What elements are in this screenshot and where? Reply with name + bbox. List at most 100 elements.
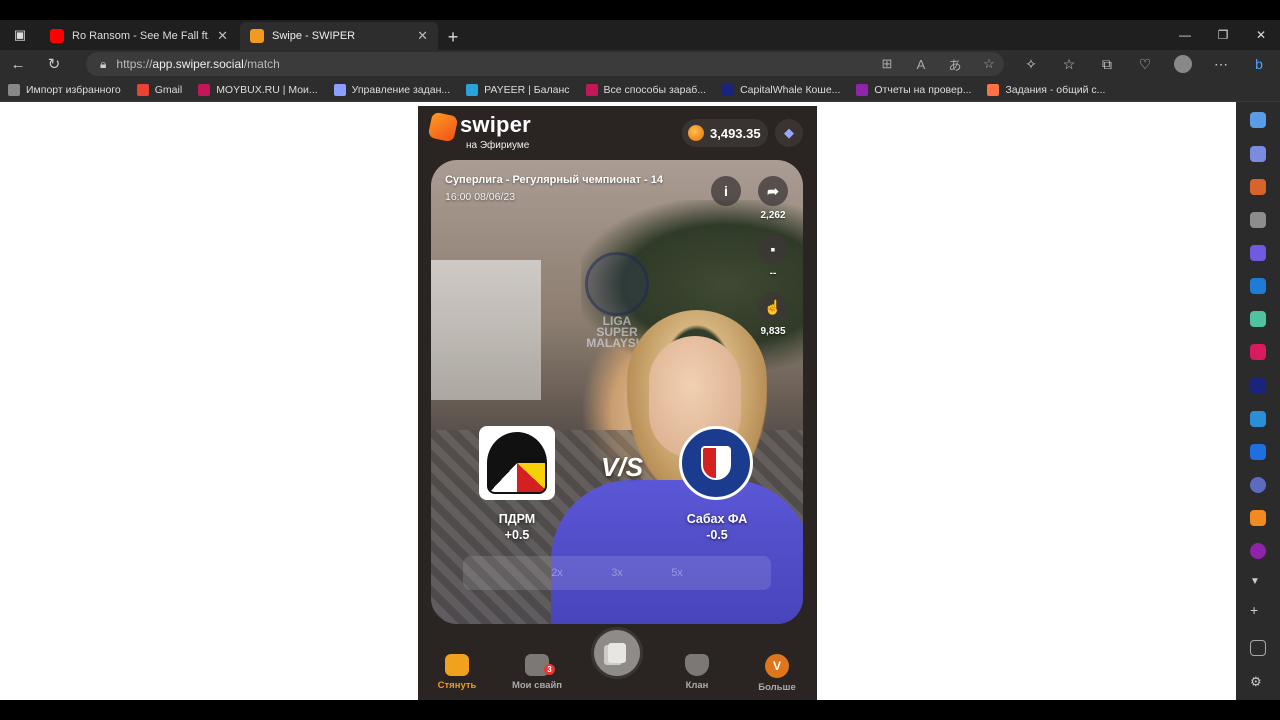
bookmark-label: PAYEER | Баланс (484, 83, 570, 96)
moon-icon[interactable] (1250, 543, 1266, 559)
address-bar-icons: ⊞ A あ ☆ (870, 50, 1006, 78)
bookmark-reports[interactable]: Отчеты на провер... (848, 83, 979, 96)
sidebar-layout-icon[interactable] (1250, 640, 1266, 656)
ibb-icon[interactable] (1250, 411, 1266, 427)
liga-super-watermark: LIGA SUPER MALAYSIA (581, 252, 653, 349)
performance-icon[interactable]: ♡ (1126, 50, 1164, 78)
edge-sidebar: ▼ + ⚙ (1236, 102, 1280, 700)
settings-gear-icon[interactable]: ⚙ (1250, 674, 1266, 690)
away-team-name: Сабах ФА (686, 512, 748, 526)
tab-swiper[interactable]: Swipe - SWIPER ✕ (240, 22, 438, 50)
capitalwhale-icon (722, 83, 735, 96)
nav-my-swipes[interactable]: Мои свайп (502, 654, 572, 691)
s-icon (987, 83, 1000, 96)
earn-icon (585, 83, 598, 96)
moybux-icon (198, 83, 211, 96)
v-icon (333, 83, 346, 96)
outlook-icon[interactable] (1250, 278, 1266, 294)
multiplier-selector[interactable]: 2x 3x 5x (463, 556, 771, 590)
user-avatar: V (765, 654, 789, 678)
favorite-star-icon[interactable]: ☆ (972, 50, 1006, 78)
capitalwhale-sidebar-icon[interactable] (1250, 378, 1266, 394)
nav-label: Стянуть (437, 680, 477, 691)
read-aloud-icon[interactable]: A (904, 50, 938, 78)
swiper-sidebar-icon[interactable] (1250, 510, 1266, 526)
network-label: на Эфириуме (466, 140, 530, 151)
multiplier-5x[interactable]: 5x (666, 567, 688, 579)
comment-icon[interactable]: ▪ (758, 234, 788, 264)
bookmark-tasks[interactable]: Управление задан... (326, 83, 458, 96)
bookmark-earn[interactable]: Все способы зараб... (578, 83, 715, 96)
bookmark-payeer[interactable]: PAYEER | Баланс (458, 83, 577, 96)
comment-count: -- (769, 268, 777, 279)
multiplier-2x[interactable]: 2x (546, 567, 568, 579)
multiplier-3x[interactable]: 3x (606, 567, 628, 579)
close-window-button[interactable]: ✕ (1242, 20, 1280, 50)
app-available-icon[interactable]: ⊞ (870, 50, 904, 78)
liga-ring (585, 252, 649, 316)
swipe-count: 9,835 (760, 326, 786, 337)
swipe-hand-icon[interactable]: ☝ (758, 292, 788, 322)
restore-button[interactable]: ❐ (1204, 20, 1242, 50)
chevron-down-icon[interactable]: ▼ (1250, 576, 1266, 592)
bing-icon[interactable]: b (1240, 50, 1278, 78)
tag-icon[interactable] (1250, 146, 1266, 162)
nav-more[interactable]: V Больше (742, 654, 812, 693)
bookmark-moybux[interactable]: MOYBUX.RU | Мои... (190, 83, 325, 96)
collections-icon[interactable]: ⧉ (1088, 50, 1126, 78)
home-team-line: +0.5 (504, 528, 530, 542)
bookmark-label: Отчеты на провер... (874, 83, 972, 96)
add-icon[interactable]: + (1250, 602, 1266, 618)
address-bar[interactable]: 🔒︎ https://app.swiper.social/match (86, 52, 1004, 76)
games-icon[interactable] (1250, 212, 1266, 228)
close-icon[interactable]: ✕ (417, 28, 428, 44)
app-logo-text[interactable]: swiper (460, 112, 531, 138)
bookmark-label: Gmail (154, 83, 183, 96)
away-team-line: -0.5 (706, 528, 728, 542)
tools-icon[interactable] (1250, 179, 1266, 195)
back-button[interactable]: ← (0, 50, 36, 78)
profile-avatar[interactable] (1174, 55, 1192, 73)
browser-window: ▣ Ro Ransom - See Me Fall ft. Kensi ✕ Sw… (0, 0, 1280, 720)
nav-pull[interactable]: Стянуть (422, 654, 492, 691)
url-path: /match (243, 57, 280, 71)
bookmarks-bar: Импорт избранного Gmail MOYBUX.RU | Мои.… (0, 78, 1280, 102)
bookmark-import[interactable]: Импорт избранного (0, 83, 129, 96)
close-icon[interactable]: ✕ (217, 28, 228, 44)
balance-pill[interactable]: 3,493.35 (682, 119, 768, 147)
clan-shield-icon (685, 654, 709, 676)
bookmark-tasks-shared[interactable]: Задания - общий с... (979, 83, 1113, 96)
away-team-logo (679, 426, 753, 500)
tab-actions-icon[interactable]: ▣ (0, 20, 40, 50)
more-menu-icon[interactable]: ⋯ (1202, 50, 1240, 78)
balance-value: 3,493.35 (710, 125, 761, 141)
bookmark-capitalwhale[interactable]: CapitalWhale Коше... (714, 83, 848, 96)
translate-icon[interactable]: あ (938, 50, 972, 78)
copilot-icon[interactable] (1250, 245, 1266, 261)
extensions-icon[interactable]: ✧ (1012, 50, 1050, 78)
moybux-sidebar-icon[interactable] (1250, 344, 1266, 360)
match-card[interactable]: LIGA SUPER MALAYSIA Суперлига - Регулярн… (431, 160, 803, 624)
gmail-icon (136, 83, 149, 96)
home-team-logo (479, 426, 555, 500)
new-tab-button[interactable]: + (440, 24, 466, 50)
tab-title: Ro Ransom - See Me Fall ft. Kensi (72, 30, 209, 42)
refresh-button[interactable]: ↻ (36, 50, 72, 78)
tab-bar: ▣ Ro Ransom - See Me Fall ft. Kensi ✕ Sw… (0, 20, 1280, 50)
bitcoin-icon[interactable] (1250, 477, 1266, 493)
nav-label: Клан (685, 680, 709, 691)
tab-youtube[interactable]: Ro Ransom - See Me Fall ft. Kensi ✕ (40, 22, 238, 50)
favorites-icon[interactable]: ☆ (1050, 50, 1088, 78)
bookmark-gmail[interactable]: Gmail (129, 83, 190, 96)
ethereum-icon[interactable]: ◆ (775, 119, 803, 147)
url-host: app.swiper.social (152, 57, 244, 71)
minimize-button[interactable]: — (1166, 20, 1204, 50)
send-icon[interactable] (1250, 311, 1266, 327)
download-icon[interactable] (1250, 444, 1266, 460)
nav-clan[interactable]: Клан (662, 654, 732, 691)
info-icon[interactable]: i (711, 176, 741, 206)
search-icon[interactable] (1250, 112, 1266, 128)
share-icon[interactable]: ➦ (758, 176, 788, 206)
home-team-name: ПДРМ (498, 512, 536, 526)
bookmark-label: Управление задан... (351, 83, 451, 96)
